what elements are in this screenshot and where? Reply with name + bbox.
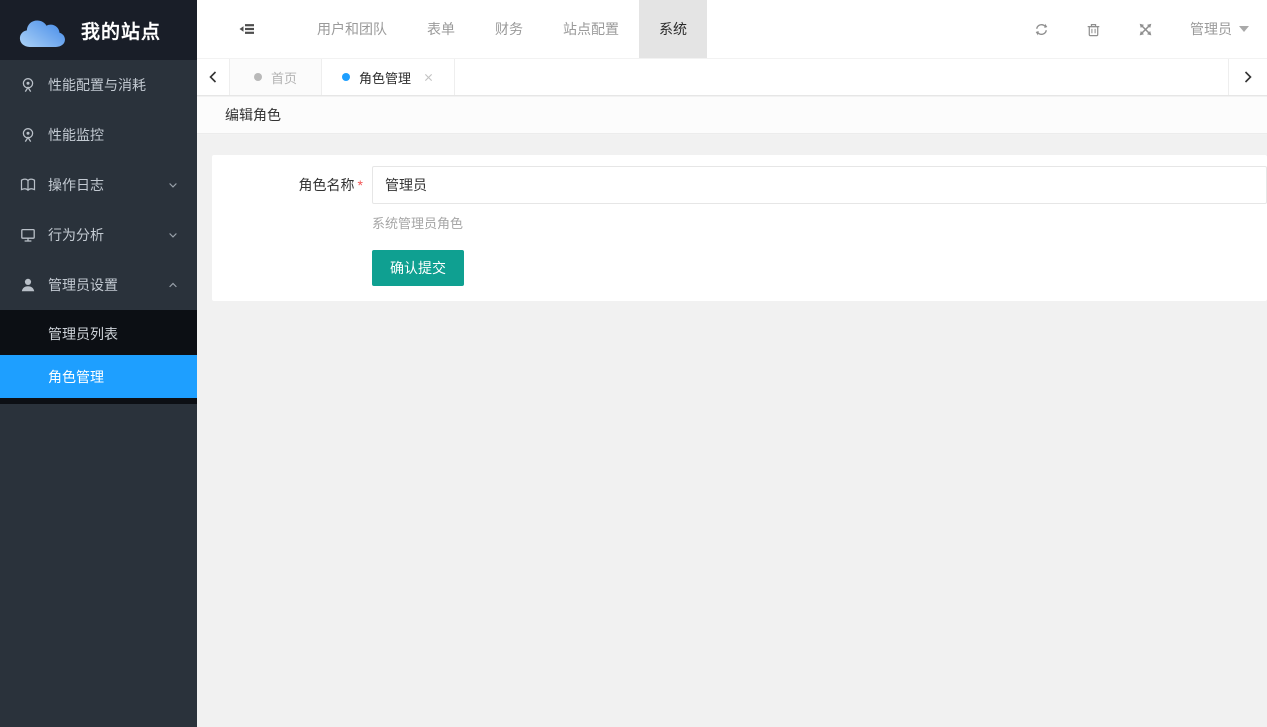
user-dropdown[interactable]: 管理员 bbox=[1190, 19, 1249, 39]
topnav-item-forms[interactable]: 表单 bbox=[407, 0, 475, 58]
sidebar-item-label: 操作日志 bbox=[48, 175, 104, 195]
topnav-label: 财务 bbox=[495, 19, 523, 39]
tab-dot-icon bbox=[342, 73, 350, 81]
topnav-label: 站点配置 bbox=[563, 19, 619, 39]
fullscreen-button[interactable] bbox=[1138, 22, 1153, 37]
edit-role-card: 角色名称* 系统管理员角色 确认提交 bbox=[212, 155, 1267, 301]
role-name-label: 角色名称* bbox=[212, 166, 372, 204]
header-actions: 管理员 bbox=[1034, 0, 1267, 58]
tab-bar: 首页 角色管理 bbox=[197, 59, 1267, 96]
tab-home[interactable]: 首页 bbox=[230, 59, 322, 95]
trash-icon bbox=[1086, 22, 1101, 37]
role-name-form-row: 角色名称* 系统管理员角色 确认提交 bbox=[212, 166, 1267, 286]
topnav-item-users-teams[interactable]: 用户和团队 bbox=[297, 0, 407, 58]
tab-close-icon[interactable] bbox=[423, 72, 434, 83]
speaker-icon bbox=[20, 77, 36, 93]
sidebar: 我的站点 性能配置与消耗 性能监控 bbox=[0, 0, 197, 727]
role-name-help-text: 系统管理员角色 bbox=[372, 213, 1267, 232]
chevron-right-icon bbox=[1242, 70, 1254, 84]
sidebar-item-label: 性能监控 bbox=[48, 125, 104, 145]
tabs-scroll-left-button[interactable] bbox=[197, 59, 230, 95]
chevron-left-icon bbox=[207, 70, 219, 84]
required-asterisk: * bbox=[358, 177, 363, 193]
site-title: 我的站点 bbox=[81, 17, 161, 44]
chevron-down-icon bbox=[167, 229, 179, 241]
topnav-label: 用户和团队 bbox=[317, 19, 387, 39]
topnav-item-finance[interactable]: 财务 bbox=[475, 0, 543, 58]
sidebar-submenu-admin: 管理员列表 角色管理 bbox=[0, 310, 197, 404]
sidebar-item-label: 性能配置与消耗 bbox=[48, 75, 146, 95]
user-name: 管理员 bbox=[1190, 19, 1232, 39]
tabs-scroll-right-button[interactable] bbox=[1228, 59, 1267, 95]
sidebar-item-performance-monitor[interactable]: 性能监控 bbox=[0, 110, 197, 160]
tab-label: 首页 bbox=[271, 68, 297, 87]
top-header: 用户和团队 表单 财务 站点配置 系统 bbox=[197, 0, 1267, 59]
tab-label: 角色管理 bbox=[359, 68, 411, 87]
sidebar-item-operation-log[interactable]: 操作日志 bbox=[0, 160, 197, 210]
sidebar-item-behavior-analysis[interactable]: 行为分析 bbox=[0, 210, 197, 260]
monitor-icon bbox=[20, 227, 36, 243]
topnav-item-system[interactable]: 系统 bbox=[639, 0, 707, 58]
role-name-field: 系统管理员角色 确认提交 bbox=[372, 166, 1267, 286]
cloud-logo-icon bbox=[16, 12, 68, 49]
collapse-menu-icon bbox=[238, 21, 256, 37]
sidebar-subitem-admin-list[interactable]: 管理员列表 bbox=[0, 312, 197, 355]
book-icon bbox=[20, 177, 36, 193]
sidebar-menu: 性能配置与消耗 性能监控 操作日志 bbox=[0, 60, 197, 404]
sidebar-collapse-button[interactable] bbox=[197, 0, 297, 58]
chevron-up-icon bbox=[167, 279, 179, 291]
topnav-item-site-config[interactable]: 站点配置 bbox=[543, 0, 639, 58]
sidebar-item-admin-settings[interactable]: 管理员设置 bbox=[0, 260, 197, 310]
top-navigation: 用户和团队 表单 财务 站点配置 系统 bbox=[297, 0, 707, 58]
refresh-button[interactable] bbox=[1034, 22, 1049, 37]
fullscreen-icon bbox=[1138, 22, 1153, 37]
role-name-input[interactable] bbox=[372, 166, 1267, 204]
content-area: 角色名称* 系统管理员角色 确认提交 bbox=[197, 135, 1267, 727]
sidebar-subitem-role-management[interactable]: 角色管理 bbox=[0, 355, 197, 398]
sidebar-subitem-label: 角色管理 bbox=[48, 367, 104, 387]
caret-down-icon bbox=[1239, 26, 1249, 32]
tab-dot-icon bbox=[254, 73, 262, 81]
topnav-label: 系统 bbox=[659, 19, 687, 39]
submit-button[interactable]: 确认提交 bbox=[372, 250, 464, 286]
refresh-icon bbox=[1034, 22, 1049, 37]
speaker-icon bbox=[20, 127, 36, 143]
sidebar-item-performance-config[interactable]: 性能配置与消耗 bbox=[0, 60, 197, 110]
site-logo[interactable]: 我的站点 bbox=[0, 0, 197, 60]
sidebar-item-label: 行为分析 bbox=[48, 225, 104, 245]
sidebar-subitem-label: 管理员列表 bbox=[48, 324, 118, 344]
chevron-down-icon bbox=[167, 179, 179, 191]
tab-role-management[interactable]: 角色管理 bbox=[322, 59, 455, 95]
user-icon bbox=[20, 277, 36, 293]
page-title: 编辑角色 bbox=[225, 105, 281, 125]
label-text: 角色名称 bbox=[299, 177, 355, 193]
clear-cache-button[interactable] bbox=[1086, 22, 1101, 37]
topnav-label: 表单 bbox=[427, 19, 455, 39]
sidebar-item-label: 管理员设置 bbox=[48, 275, 118, 295]
page-title-bar: 编辑角色 bbox=[197, 97, 1267, 134]
